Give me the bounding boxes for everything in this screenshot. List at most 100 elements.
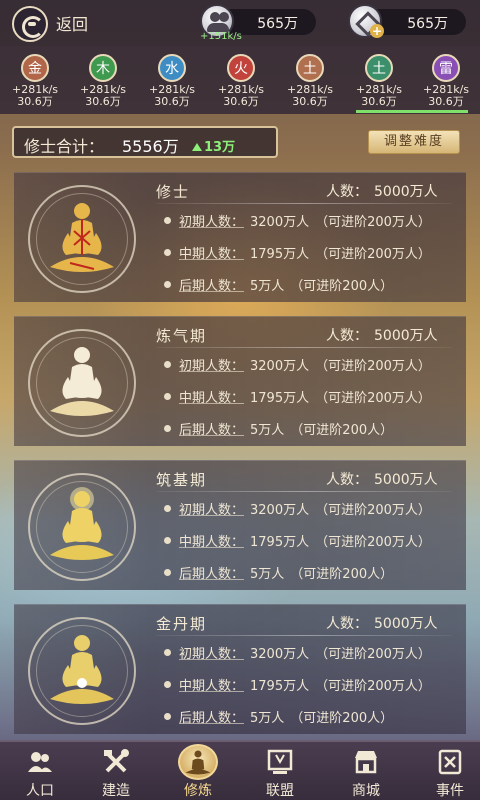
row-note: （可进阶200万人） [315, 647, 431, 662]
adjust-difficulty-button[interactable]: 调整难度 [368, 130, 460, 154]
bullet-icon [164, 537, 171, 544]
back-icon[interactable] [12, 6, 48, 42]
row-value: 1795万人 [250, 247, 310, 262]
total-value: 5556万 [122, 137, 179, 156]
stage-card-golden-core[interactable]: 金丹期 人数： 5000万人 初期人数： 3200万人 （可进阶200万人） 中期人… [14, 604, 466, 734]
bullet-icon [164, 393, 171, 400]
bottom-nav: 人口 建造 修炼 联盟 商城 事件 [0, 740, 480, 800]
nav-label: 人口 [26, 783, 54, 799]
event-icon [438, 749, 462, 775]
element-icon: 土 [365, 54, 393, 82]
nav-item-shop[interactable]: 商城 [326, 742, 406, 800]
element-value: 30.6万 [85, 95, 121, 108]
element-earth-2[interactable]: 土 +281k/s 30.6万 [349, 54, 409, 108]
row-note: （可进阶200万人） [315, 391, 431, 406]
element-resource-row: 金 +281k/s 30.6万 木 +281k/s 30.6万 水 +281k/… [0, 46, 480, 114]
stage-name: 修士 [156, 183, 191, 201]
total-increase: 13万 [192, 136, 235, 155]
coin-resource: + 565万 [348, 4, 466, 38]
bullet-icon [164, 361, 171, 368]
row-note: （可进阶200万人） [315, 247, 431, 262]
row-note: （可进阶200万人） [315, 535, 431, 550]
row-label: 初期人数： [179, 503, 245, 518]
stage-population-label: 人数： [326, 328, 368, 344]
row-label: 后期人数： [179, 711, 245, 726]
nav-item-cultivate[interactable]: 修炼 [158, 742, 238, 800]
back-button-label[interactable]: 返回 [56, 11, 88, 35]
nav-item-build[interactable]: 建造 [76, 742, 156, 800]
element-fire[interactable]: 火 +281k/s 30.6万 [211, 54, 271, 108]
row-value: 5万人 [250, 279, 285, 294]
divider [156, 347, 452, 348]
element-selected-indicator [356, 110, 468, 113]
stage-late-row: 后期人数： 5万人 （可进阶200人） [164, 275, 393, 294]
stage-late-row: 后期人数： 5万人 （可进阶200人） [164, 563, 393, 582]
stage-population: 5000万人 [374, 328, 438, 344]
population-value: 565万 [257, 16, 298, 32]
nav-item-population[interactable]: 人口 [0, 742, 80, 800]
row-note: （可进阶200万人） [315, 359, 431, 374]
total-cultivators-bar: 修士合计： 5556万 13万 [12, 126, 278, 158]
element-value: 30.6万 [292, 95, 328, 108]
element-value: 30.6万 [154, 95, 190, 108]
row-value: 3200万人 [250, 359, 310, 374]
top-bar: 返回 565万 +151k/s + 565万 [0, 0, 480, 46]
row-value: 5万人 [250, 711, 285, 726]
bullet-icon [164, 681, 171, 688]
row-value: 1795万人 [250, 679, 310, 694]
element-earth[interactable]: 土 +281k/s 30.6万 [280, 54, 340, 108]
stage-population-label: 人数： [326, 472, 368, 488]
coin-value: 565万 [407, 16, 448, 32]
row-value: 3200万人 [250, 215, 310, 230]
element-value: 30.6万 [17, 95, 53, 108]
row-note: （可进阶200人） [290, 567, 394, 582]
row-note: （可进阶200万人） [315, 215, 431, 230]
row-label: 中期人数： [179, 247, 245, 262]
row-label: 中期人数： [179, 391, 245, 406]
bullet-icon [164, 249, 171, 256]
row-label: 初期人数： [179, 647, 245, 662]
stage-population: 5000万人 [374, 184, 438, 200]
row-label: 后期人数： [179, 567, 245, 582]
add-coin-icon[interactable]: + [370, 24, 384, 38]
alliance-icon [267, 749, 293, 774]
people-icon [28, 752, 52, 772]
row-value: 1795万人 [250, 535, 310, 550]
row-value: 5万人 [250, 423, 285, 438]
stage-name: 炼气期 [156, 327, 208, 345]
stage-early-row: 初期人数： 3200万人 （可进阶200万人） [164, 355, 431, 374]
shop-icon [355, 751, 377, 774]
row-note: （可进阶200万人） [315, 503, 431, 518]
nav-item-alliance[interactable]: 联盟 [240, 742, 320, 800]
tools-icon [104, 749, 129, 773]
element-wood[interactable]: 木 +281k/s 30.6万 [73, 54, 133, 108]
stage-card-foundation[interactable]: 筑基期 人数： 5000万人 初期人数： 3200万人 （可进阶200万人） 中期人… [14, 460, 466, 590]
row-note: （可进阶200人） [290, 279, 394, 294]
row-label: 初期人数： [179, 359, 245, 374]
stage-card-cultivator[interactable]: 修士 人数： 5000万人 初期人数： 3200万人 （可进阶200万人） 中期人数… [14, 172, 466, 302]
bullet-icon [164, 713, 171, 720]
row-value: 1795万人 [250, 391, 310, 406]
row-label: 中期人数： [179, 535, 245, 550]
element-thunder[interactable]: 雷 +281k/s 30.6万 [416, 54, 476, 108]
row-value: 3200万人 [250, 503, 310, 518]
coin-icon: + [348, 4, 384, 38]
stage-late-row: 后期人数： 5万人 （可进阶200人） [164, 419, 393, 438]
divider [156, 203, 452, 204]
element-value: 30.6万 [223, 95, 259, 108]
stage-population-label: 人数： [326, 616, 368, 632]
element-metal[interactable]: 金 +281k/s 30.6万 [5, 54, 65, 108]
stage-card-qi-refining[interactable]: 炼气期 人数： 5000万人 初期人数： 3200万人 （可进阶200万人） 中期人… [14, 316, 466, 446]
bullet-icon [164, 569, 171, 576]
element-water[interactable]: 水 +281k/s 30.6万 [142, 54, 202, 108]
divider [156, 491, 452, 492]
nav-label: 修炼 [184, 783, 212, 799]
stage-mid-row: 中期人数： 1795万人 （可进阶200万人） [164, 243, 431, 262]
row-note: （可进阶200人） [290, 423, 394, 438]
row-note: （可进阶200万人） [315, 679, 431, 694]
stage-name: 筑基期 [156, 471, 208, 489]
row-value: 5万人 [250, 567, 285, 582]
element-icon: 火 [227, 54, 255, 82]
nav-item-events[interactable]: 事件 [410, 742, 480, 800]
stage-early-row: 初期人数： 3200万人 （可进阶200万人） [164, 499, 431, 518]
